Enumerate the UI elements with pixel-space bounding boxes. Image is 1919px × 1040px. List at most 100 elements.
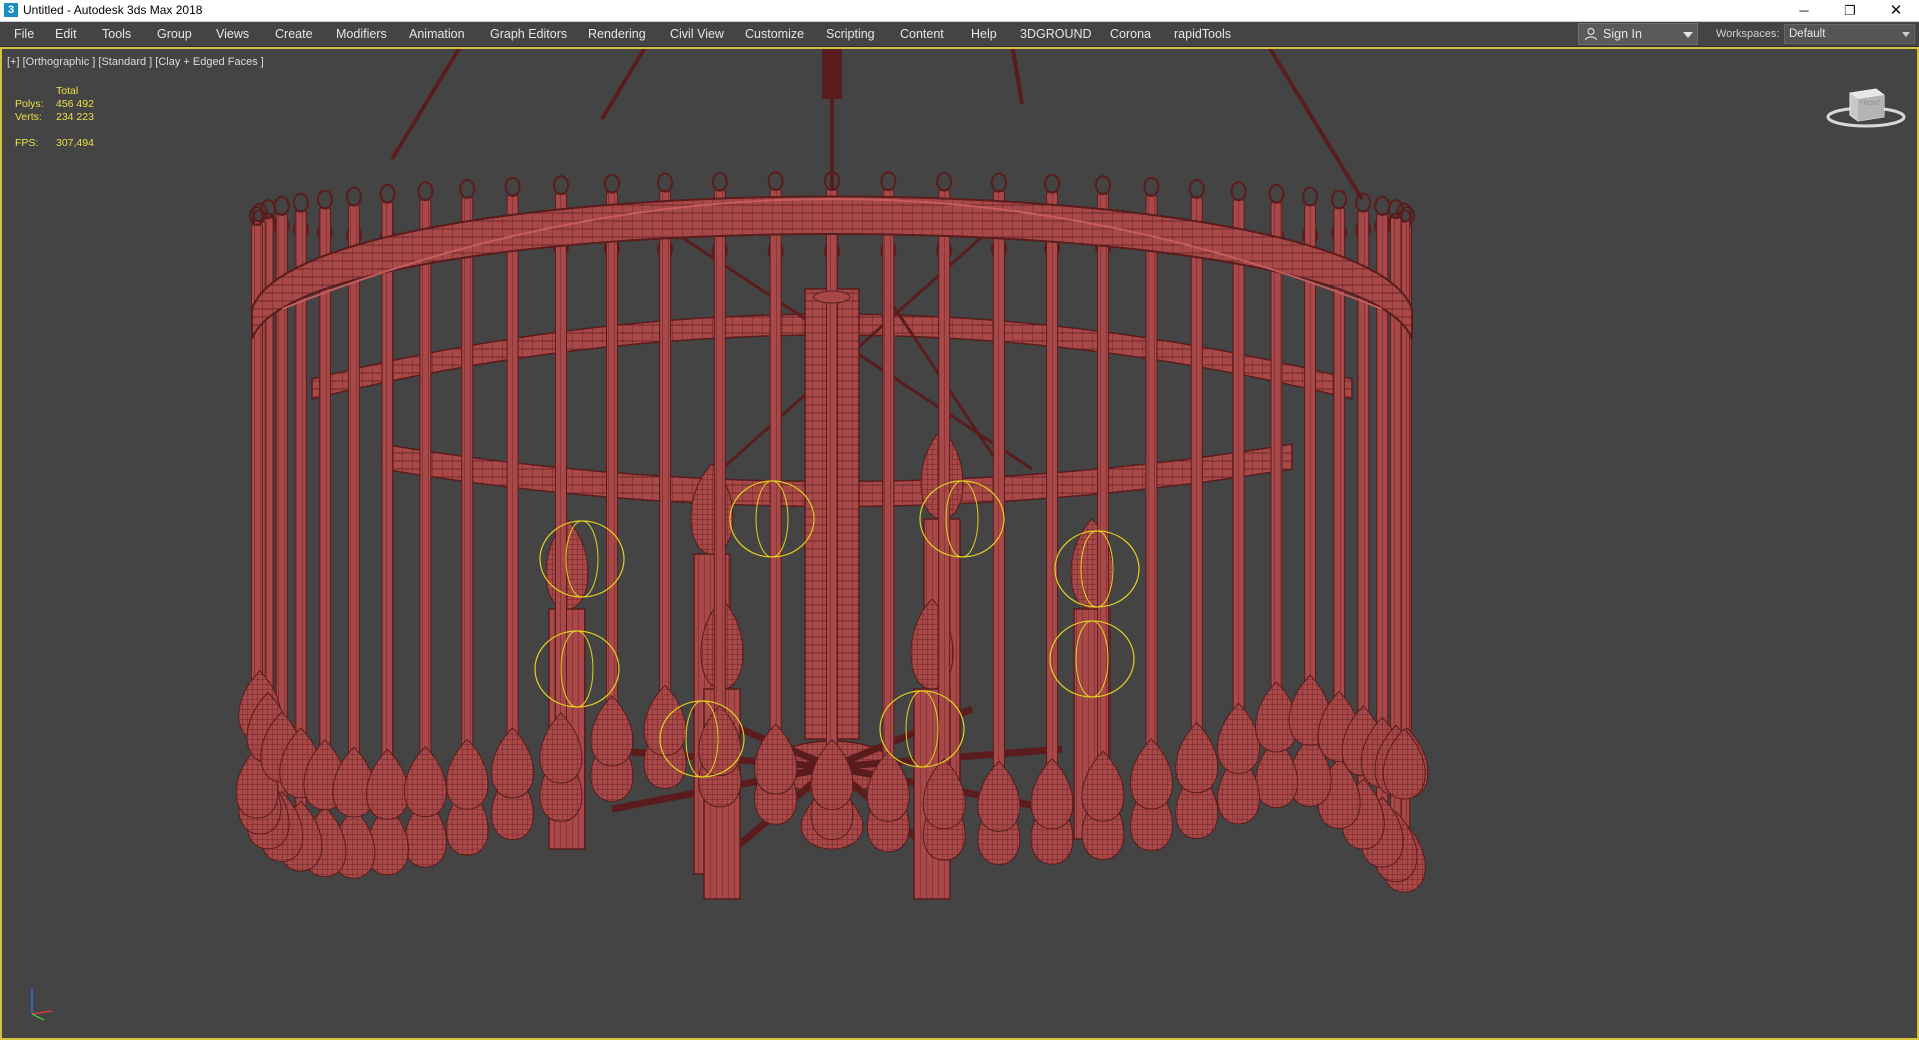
workspace-select[interactable]: Default <box>1784 24 1915 44</box>
rod-hook <box>1188 178 1205 199</box>
crystal-drop <box>1175 722 1219 794</box>
rod-hook <box>316 189 333 210</box>
suspension-chain <box>1010 49 1024 105</box>
viewport-canvas[interactable] <box>2 49 1917 1038</box>
hanging-rod <box>826 188 838 777</box>
rod-hook <box>379 183 396 204</box>
hanging-rod <box>1097 192 1110 796</box>
crystal-drop <box>977 760 1021 832</box>
rod-hook <box>1374 195 1391 216</box>
menu-bar: File Edit Tools Group Views Create Modif… <box>0 22 1919 47</box>
menu-content[interactable]: Content <box>900 22 944 46</box>
chevron-down-icon <box>1902 32 1910 37</box>
crystal-drop <box>1129 738 1173 810</box>
inner-strut <box>721 217 1003 471</box>
minimize-button[interactable]: ─ <box>1781 0 1827 21</box>
hanging-rod <box>659 190 672 725</box>
crystal-drop <box>590 695 634 767</box>
sign-in-label: Sign In <box>1603 27 1642 41</box>
menu-help[interactable]: Help <box>971 22 997 46</box>
hanging-rod <box>1046 191 1059 801</box>
menu-animation[interactable]: Animation <box>409 22 465 46</box>
restore-button[interactable]: ❐ <box>1827 0 1873 21</box>
suspension-chain <box>1267 49 1364 201</box>
crystal-drop <box>1217 702 1261 774</box>
menu-views[interactable]: Views <box>216 22 249 46</box>
rod-hook <box>273 195 290 216</box>
rod-hook <box>1387 199 1404 220</box>
menu-file[interactable]: File <box>14 22 34 46</box>
chevron-down-icon <box>1683 32 1693 38</box>
viewcube-icon[interactable]: FRONT <box>1824 79 1908 135</box>
menu-tools[interactable]: Tools <box>102 22 131 46</box>
hanging-rod <box>461 196 474 792</box>
rod-hook <box>1302 186 1319 207</box>
workspaces-label: Workspaces: <box>1716 28 1780 40</box>
hanging-rod <box>1232 198 1245 761</box>
hanging-rod <box>1304 204 1317 743</box>
hanging-rod <box>1270 201 1283 745</box>
polys-label: Polys: <box>15 98 44 110</box>
menu-customize[interactable]: Customize <box>745 22 804 46</box>
menu-corona[interactable]: Corona <box>1110 22 1151 46</box>
orthographic-viewport[interactable]: [+] [Orthographic ] [Standard ] [Clay + … <box>0 47 1919 1040</box>
menu-create[interactable]: Create <box>275 22 313 46</box>
hanging-rod <box>713 189 726 744</box>
verts-label: Verts: <box>15 111 42 123</box>
rod-hook <box>292 192 309 213</box>
rod-hook <box>345 186 362 207</box>
rod-hook <box>657 172 674 193</box>
rod-hook <box>936 171 953 192</box>
rod-hook <box>1331 189 1348 210</box>
crystal-drop <box>1030 758 1074 830</box>
suspension-rod <box>822 49 842 99</box>
rod-hook <box>880 171 897 192</box>
crystal-drop <box>366 748 409 820</box>
hanging-rod <box>381 201 394 812</box>
workspace-value: Default <box>1789 28 1826 40</box>
suspension-chains <box>390 49 1364 201</box>
menu-group[interactable]: Group <box>157 22 192 46</box>
hanging-rod <box>419 198 432 804</box>
menu-3dground[interactable]: 3DGROUND <box>1020 22 1092 46</box>
rod-hook <box>1095 175 1112 196</box>
rod-hook <box>711 171 728 192</box>
title-bar[interactable]: 3 Untitled - Autodesk 3ds Max 2018 ─ ❐ ✕ <box>0 0 1919 22</box>
hanging-rod <box>938 189 951 797</box>
menu-rapidtools[interactable]: rapidTools <box>1174 22 1231 46</box>
window-title: Untitled - Autodesk 3ds Max 2018 <box>23 3 203 17</box>
rod-hook <box>417 181 434 202</box>
hanging-rod <box>882 188 895 789</box>
user-icon <box>1584 27 1598 41</box>
viewcube-face-label: FRONT <box>1860 101 1881 107</box>
hanging-rod <box>318 207 331 814</box>
rod-hook <box>504 176 521 197</box>
3ds-max-app-icon[interactable]: 3 <box>4 3 18 17</box>
rod-hook <box>1143 176 1160 197</box>
ring-mount <box>813 290 851 304</box>
sign-in-dropdown[interactable]: Sign In <box>1578 23 1698 45</box>
menu-edit[interactable]: Edit <box>55 22 77 46</box>
hanging-rod <box>769 188 782 761</box>
polys-value: 456 492 <box>56 98 94 110</box>
close-button[interactable]: ✕ <box>1873 0 1919 21</box>
menu-graph-editors[interactable]: Graph Editors <box>490 22 567 46</box>
menu-scripting[interactable]: Scripting <box>826 22 875 46</box>
menu-modifiers[interactable]: Modifiers <box>336 22 387 46</box>
rod-hook <box>1268 183 1285 204</box>
crystal-drop <box>445 738 489 810</box>
fps-label: FPS: <box>15 137 39 149</box>
verts-value: 234 223 <box>56 111 94 123</box>
viewport-label-menu[interactable]: [+] [Orthographic ] [Standard ] [Clay + … <box>7 56 264 68</box>
rod-hook <box>459 178 476 199</box>
rod-hook <box>603 173 620 194</box>
crystal-drop <box>403 745 447 818</box>
crystal-drop <box>491 727 535 799</box>
hanging-rod <box>1190 196 1203 776</box>
suspension-chain <box>390 49 462 161</box>
rod-hook <box>1355 192 1372 213</box>
app-window: 3 Untitled - Autodesk 3ds Max 2018 ─ ❐ ✕… <box>0 0 1919 1040</box>
menu-rendering[interactable]: Rendering <box>588 22 646 46</box>
hanging-rod <box>506 194 519 777</box>
menu-civil-view[interactable]: Civil View <box>670 22 724 46</box>
